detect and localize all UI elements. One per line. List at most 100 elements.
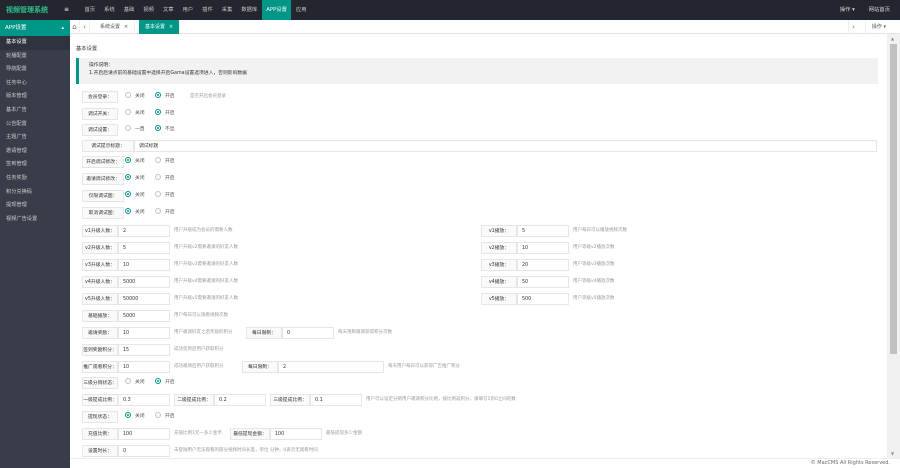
sidebar-item-theme-ad[interactable]: 主题广告 [0, 131, 70, 145]
tab-basic-settings[interactable]: 基本设置 × [139, 20, 181, 34]
level-input[interactable]: 5 [118, 242, 170, 254]
top-bar: 视频管理系统 ≡ 首页 系统 基础 视频 文章 用户 插件 采集 数据库 APP… [0, 0, 900, 20]
tab-system-settings[interactable]: 系统设置 × [94, 20, 136, 34]
sidebar-item-redeem[interactable]: 积分兑换码 [0, 186, 70, 200]
sidebar-item-sign[interactable]: 签到管理 [0, 158, 70, 172]
scroll-down-icon[interactable]: ▼ [891, 451, 894, 456]
nav-video[interactable]: 视频 [139, 0, 159, 20]
member-login-on-radio[interactable]: 开启 [155, 91, 175, 103]
sidebar-item-version[interactable]: 版本管理 [0, 90, 70, 104]
tab-operate-menu[interactable]: 操作 ▾ [864, 20, 886, 34]
level-play-hint: 用户每日可以播放视频次数 [573, 228, 627, 233]
level-input[interactable]: 50000 [118, 293, 170, 305]
nav-plugin[interactable]: 插件 [198, 0, 218, 20]
nav-user[interactable]: 用户 [178, 0, 198, 20]
radio-label: 关闭 [135, 414, 145, 419]
level-input[interactable]: 5000 [118, 276, 170, 288]
ratio-hint: 充值比例1元一多少金币 [174, 431, 222, 436]
base-play-hint: 用户每日可以观看视频次数 [174, 313, 228, 318]
withdraw-on-radio[interactable]: 开启 [155, 411, 175, 423]
debug-setting-hide-radio[interactable]: 不显 [155, 124, 175, 136]
member-login-off-radio[interactable]: 关闭 [125, 91, 145, 103]
invite-debug-off-radio[interactable]: 关闭 [125, 173, 145, 185]
sidebar-item-withdraw[interactable]: 提现管理 [0, 199, 70, 213]
debug-on-radio[interactable]: 开启 [155, 108, 175, 120]
level-play-label: v5播放： [481, 293, 517, 305]
three-level-on-radio[interactable]: 开启 [155, 377, 175, 389]
sidebar-item-task[interactable]: 任务中心 [0, 77, 70, 91]
vertical-scrollbar[interactable]: ▲ ▼ [887, 34, 900, 458]
nav-collect[interactable]: 采集 [217, 0, 237, 20]
cancel-debug-on-radio[interactable]: 开启 [155, 207, 175, 219]
level-play-input[interactable]: 20 [517, 259, 569, 271]
base-play-input[interactable]: 5000 [118, 310, 170, 322]
nav-apps[interactable]: 应用 [291, 0, 311, 20]
site-home-link[interactable]: 网站首页 [869, 0, 890, 20]
limit-debug-on-radio[interactable]: 开启 [155, 190, 175, 202]
rate1-input[interactable]: 0.3 [118, 394, 170, 406]
debug-switch-label: 调试开关： [82, 108, 118, 120]
withdraw-off-radio[interactable]: 关闭 [125, 411, 145, 423]
sidebar-item-notice[interactable]: 公告配置 [0, 118, 70, 132]
invite-reward-input[interactable]: 10 [118, 327, 170, 339]
level-label: v4升级人数： [82, 276, 118, 288]
sidebar-item-ad[interactable]: 基本广告 [0, 104, 70, 118]
limit-debug-off-radio[interactable]: 关闭 [125, 190, 145, 202]
level-hint: 用户升级成为会员的需要人数 [174, 228, 233, 233]
withdraw-label: 提现状态： [82, 411, 118, 423]
level-play-input[interactable]: 10 [517, 242, 569, 254]
chevron-right-icon[interactable]: › [848, 20, 858, 34]
min-withdraw-input[interactable]: 100 [270, 428, 322, 440]
three-level-off-radio[interactable]: 关闭 [125, 377, 145, 389]
debug-off-radio[interactable]: 关闭 [125, 108, 145, 120]
close-icon[interactable]: × [169, 24, 173, 30]
rate3-input[interactable]: 0.1 [310, 394, 362, 406]
nav-system[interactable]: 系统 [100, 0, 120, 20]
rate2-input[interactable]: 0.2 [214, 394, 266, 406]
cancel-debug-off-radio[interactable]: 关闭 [125, 207, 145, 219]
level-play-input[interactable]: 50 [517, 276, 569, 288]
menu-fold-icon[interactable]: ≡ [64, 6, 70, 14]
sidebar-item-nav[interactable]: 导航配置 [0, 63, 70, 77]
footer: © MacCMS All Rights Reserved. [70, 458, 900, 468]
home-icon[interactable]: ⌂ [70, 20, 80, 34]
scrollbar-thumb[interactable] [890, 44, 897, 354]
limit-time-label: 设置时长： [82, 445, 118, 457]
sign-reward-label: 签到奖励积分： [82, 344, 118, 356]
ratio-input[interactable]: 100 [118, 428, 170, 440]
tab-label: 基本设置 [145, 24, 166, 30]
operate-menu[interactable]: 操作 ▾ [840, 0, 855, 20]
debug-title-input[interactable]: 调试标题 [134, 140, 877, 152]
splash-on-radio[interactable]: 开启 [155, 156, 175, 168]
nav-app-settings[interactable]: APP设置 [261, 0, 292, 20]
sidebar-item-invite[interactable]: 邀请管理 [0, 145, 70, 159]
close-icon[interactable]: × [124, 24, 128, 30]
rate3-label: 三级提成比例： [270, 394, 310, 406]
invite-debug-on-radio[interactable]: 开启 [155, 173, 175, 185]
level-play-input[interactable]: 5 [517, 225, 569, 237]
debug-setting-always-radio[interactable]: 一直 [125, 124, 145, 136]
sign-reward-input[interactable]: 15 [118, 344, 170, 356]
invite-limit-input[interactable]: 0 [282, 327, 334, 339]
sidebar-item-basic[interactable]: 基本设置 [0, 36, 70, 50]
splash-off-radio[interactable]: 关闭 [125, 156, 145, 168]
level-input[interactable]: 2 [118, 225, 170, 237]
sidebar-item-banner[interactable]: 轮播配置 [0, 50, 70, 64]
nav-database[interactable]: 数据库 [237, 0, 262, 20]
chevron-left-icon[interactable]: ‹ [80, 20, 90, 34]
level-hint: 用户升级v4需要邀请的好友人数 [174, 279, 239, 284]
nav-base[interactable]: 基础 [119, 0, 139, 20]
sidebar-head[interactable]: APP设置 ▴ [0, 20, 70, 36]
nav-home[interactable]: 首页 [80, 0, 100, 20]
sidebar-item-reward[interactable]: 任务奖励 [0, 172, 70, 186]
sidebar-item-video-ad[interactable]: 视频广告设置 [0, 213, 70, 227]
view-limit-input[interactable]: 2 [278, 361, 384, 373]
view-reward-input[interactable]: 10 [118, 361, 170, 373]
limit-time-input[interactable]: 0 [118, 445, 170, 457]
radio-label: 开启 [165, 193, 175, 198]
level-play-input[interactable]: 500 [517, 293, 569, 305]
top-right-links: 操作 ▾ 网站首页 [840, 0, 890, 20]
nav-article[interactable]: 文章 [158, 0, 178, 20]
scroll-up-icon[interactable]: ▲ [891, 36, 894, 41]
level-input[interactable]: 10 [118, 259, 170, 271]
